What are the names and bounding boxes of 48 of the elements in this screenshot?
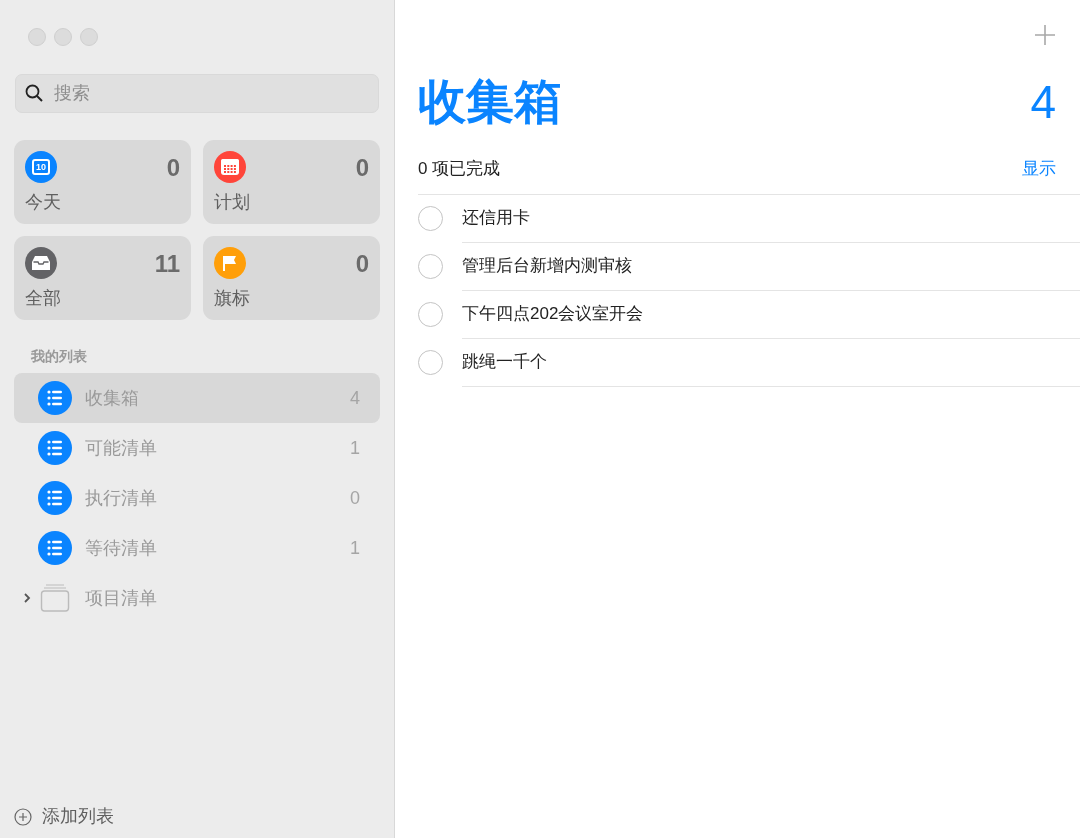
smart-list-card[interactable]: 0 旗标 xyxy=(203,236,380,320)
sidebar-item[interactable]: 可能清单 1 xyxy=(14,423,380,473)
window-control[interactable] xyxy=(28,28,46,46)
count: 1 xyxy=(350,536,360,560)
completed-summary: 0 项已完成 xyxy=(418,158,501,180)
window-control[interactable] xyxy=(54,28,72,46)
smart-list-card[interactable]: 0 计划 xyxy=(203,140,380,224)
task-title: 下午四点202会议室开会 xyxy=(462,303,644,326)
list-label: 执行清单 xyxy=(85,486,157,510)
search-icon xyxy=(25,84,43,102)
window-control[interactable] xyxy=(80,28,98,46)
count: 11 xyxy=(154,252,180,276)
card-label: 今天 xyxy=(25,191,62,214)
sidebar-item[interactable]: 等待清单 1 xyxy=(14,523,380,573)
task-title: 管理后台新增内测审核 xyxy=(462,255,632,278)
sidebar-item[interactable]: 项目清单 xyxy=(14,573,380,623)
add-icon[interactable] xyxy=(1034,24,1056,46)
list-icon xyxy=(38,531,72,565)
calendar-icon: 10 xyxy=(25,151,57,183)
task-title: 跳绳一千个 xyxy=(462,351,547,374)
plus-circle-icon xyxy=(14,807,32,826)
section-title: 我的列表 xyxy=(31,347,87,366)
card-label: 全部 xyxy=(25,287,62,310)
task-title: 还信用卡 xyxy=(462,207,530,230)
show-button[interactable]: 显示 xyxy=(1022,156,1056,182)
list-title: 收集箱 xyxy=(418,78,562,126)
list-label: 可能清单 xyxy=(85,436,157,460)
list-icon xyxy=(38,381,72,415)
count: 0 xyxy=(166,156,180,180)
card-label: 计划 xyxy=(214,191,251,214)
list-icon xyxy=(38,431,72,465)
smart-list-card[interactable]: 11 全部 xyxy=(14,236,191,320)
folder-icon xyxy=(40,583,70,613)
count: 1 xyxy=(350,436,360,460)
list-label: 项目清单 xyxy=(85,586,157,610)
chevron-icon[interactable] xyxy=(22,592,32,604)
list-label: 收集箱 xyxy=(85,386,139,410)
search-field[interactable]: 搜索 xyxy=(15,74,379,113)
smart-list-card[interactable]: 10 0 今天 xyxy=(14,140,191,224)
count: 0 xyxy=(355,252,369,276)
count: 0 xyxy=(350,486,360,510)
list-label: 等待清单 xyxy=(85,536,157,560)
sidebar-item[interactable]: 执行清单 0 xyxy=(14,473,380,523)
list-count: 4 xyxy=(1030,79,1056,125)
count: 0 xyxy=(355,156,369,180)
list-icon xyxy=(38,481,72,515)
add-list-button[interactable]: 添加列表 xyxy=(14,803,114,830)
card-label: 旗标 xyxy=(214,287,251,310)
